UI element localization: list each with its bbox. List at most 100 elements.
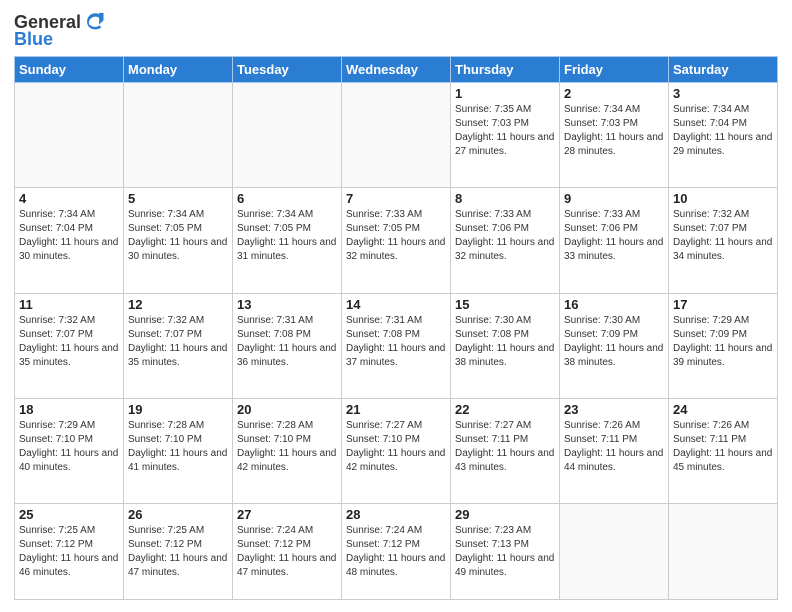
day-info: Sunrise: 7:31 AMSunset: 7:08 PMDaylight:… bbox=[237, 314, 337, 370]
calendar-cell bbox=[124, 83, 233, 188]
day-info: Sunrise: 7:28 AMSunset: 7:10 PMDaylight:… bbox=[128, 419, 228, 475]
day-number: 2 bbox=[564, 86, 664, 101]
calendar-header-friday: Friday bbox=[560, 57, 669, 83]
calendar-cell: 10 Sunrise: 7:32 AMSunset: 7:07 PMDayligh… bbox=[669, 188, 778, 293]
calendar-cell: 15 Sunrise: 7:30 AMSunset: 7:08 PMDayligh… bbox=[451, 293, 560, 398]
day-info: Sunrise: 7:35 AMSunset: 7:03 PMDaylight:… bbox=[455, 103, 555, 159]
calendar-cell: 27 Sunrise: 7:24 AMSunset: 7:12 PMDayligh… bbox=[233, 504, 342, 600]
day-number: 26 bbox=[128, 507, 228, 522]
day-number: 25 bbox=[19, 507, 119, 522]
day-number: 17 bbox=[673, 297, 773, 312]
calendar-week-4: 25 Sunrise: 7:25 AMSunset: 7:12 PMDayligh… bbox=[15, 504, 778, 600]
day-number: 20 bbox=[237, 402, 337, 417]
calendar-header-wednesday: Wednesday bbox=[342, 57, 451, 83]
day-number: 14 bbox=[346, 297, 446, 312]
calendar-header-monday: Monday bbox=[124, 57, 233, 83]
calendar-cell: 11 Sunrise: 7:32 AMSunset: 7:07 PMDayligh… bbox=[15, 293, 124, 398]
day-number: 29 bbox=[455, 507, 555, 522]
calendar-header-sunday: Sunday bbox=[15, 57, 124, 83]
calendar-cell: 2 Sunrise: 7:34 AMSunset: 7:03 PMDaylight… bbox=[560, 83, 669, 188]
day-number: 9 bbox=[564, 191, 664, 206]
day-number: 12 bbox=[128, 297, 228, 312]
day-info: Sunrise: 7:24 AMSunset: 7:12 PMDaylight:… bbox=[346, 524, 446, 580]
day-number: 3 bbox=[673, 86, 773, 101]
calendar-header-row: SundayMondayTuesdayWednesdayThursdayFrid… bbox=[15, 57, 778, 83]
calendar-cell: 4 Sunrise: 7:34 AMSunset: 7:04 PMDaylight… bbox=[15, 188, 124, 293]
day-number: 11 bbox=[19, 297, 119, 312]
calendar-cell bbox=[233, 83, 342, 188]
day-info: Sunrise: 7:34 AMSunset: 7:04 PMDaylight:… bbox=[19, 208, 119, 264]
day-info: Sunrise: 7:24 AMSunset: 7:12 PMDaylight:… bbox=[237, 524, 337, 580]
day-info: Sunrise: 7:25 AMSunset: 7:12 PMDaylight:… bbox=[19, 524, 119, 580]
day-number: 23 bbox=[564, 402, 664, 417]
logo: General Blue bbox=[14, 12, 105, 50]
day-number: 15 bbox=[455, 297, 555, 312]
day-number: 21 bbox=[346, 402, 446, 417]
calendar-cell: 3 Sunrise: 7:34 AMSunset: 7:04 PMDaylight… bbox=[669, 83, 778, 188]
day-info: Sunrise: 7:25 AMSunset: 7:12 PMDaylight:… bbox=[128, 524, 228, 580]
day-number: 28 bbox=[346, 507, 446, 522]
day-number: 18 bbox=[19, 402, 119, 417]
calendar-cell bbox=[15, 83, 124, 188]
calendar-week-1: 4 Sunrise: 7:34 AMSunset: 7:04 PMDaylight… bbox=[15, 188, 778, 293]
day-info: Sunrise: 7:29 AMSunset: 7:09 PMDaylight:… bbox=[673, 314, 773, 370]
calendar-cell bbox=[560, 504, 669, 600]
day-number: 10 bbox=[673, 191, 773, 206]
calendar-cell: 21Sunrise: 7:27 AMSunset: 7:10 PMDayligh… bbox=[342, 398, 451, 503]
day-number: 19 bbox=[128, 402, 228, 417]
calendar-cell: 6 Sunrise: 7:34 AMSunset: 7:05 PMDaylight… bbox=[233, 188, 342, 293]
day-info: Sunrise: 7:34 AMSunset: 7:03 PMDaylight:… bbox=[564, 103, 664, 159]
calendar-cell: 25 Sunrise: 7:25 AMSunset: 7:12 PMDayligh… bbox=[15, 504, 124, 600]
calendar-cell: 12 Sunrise: 7:32 AMSunset: 7:07 PMDayligh… bbox=[124, 293, 233, 398]
calendar-cell: 9 Sunrise: 7:33 AMSunset: 7:06 PMDaylight… bbox=[560, 188, 669, 293]
day-info: Sunrise: 7:32 AMSunset: 7:07 PMDaylight:… bbox=[673, 208, 773, 264]
calendar-cell: 29Sunrise: 7:23 AMSunset: 7:13 PMDayligh… bbox=[451, 504, 560, 600]
day-number: 6 bbox=[237, 191, 337, 206]
calendar-header-thursday: Thursday bbox=[451, 57, 560, 83]
day-info: Sunrise: 7:33 AMSunset: 7:05 PMDaylight:… bbox=[346, 208, 446, 264]
calendar-cell: 23 Sunrise: 7:26 AMSunset: 7:11 PMDayligh… bbox=[560, 398, 669, 503]
day-number: 5 bbox=[128, 191, 228, 206]
calendar-cell bbox=[669, 504, 778, 600]
day-info: Sunrise: 7:32 AMSunset: 7:07 PMDaylight:… bbox=[128, 314, 228, 370]
day-info: Sunrise: 7:30 AMSunset: 7:08 PMDaylight:… bbox=[455, 314, 555, 370]
page: General Blue SundayMondayTuesdayWednesda… bbox=[0, 0, 792, 612]
calendar-cell: 19 Sunrise: 7:28 AMSunset: 7:10 PMDayligh… bbox=[124, 398, 233, 503]
day-info: Sunrise: 7:33 AMSunset: 7:06 PMDaylight:… bbox=[455, 208, 555, 264]
calendar-cell: 20Sunrise: 7:28 AMSunset: 7:10 PMDayligh… bbox=[233, 398, 342, 503]
calendar-cell: 24 Sunrise: 7:26 AMSunset: 7:11 PMDayligh… bbox=[669, 398, 778, 503]
day-info: Sunrise: 7:29 AMSunset: 7:10 PMDaylight:… bbox=[19, 419, 119, 475]
calendar-cell: 28 Sunrise: 7:24 AMSunset: 7:12 PMDayligh… bbox=[342, 504, 451, 600]
day-info: Sunrise: 7:26 AMSunset: 7:11 PMDaylight:… bbox=[564, 419, 664, 475]
day-number: 16 bbox=[564, 297, 664, 312]
calendar-cell: 16Sunrise: 7:30 AMSunset: 7:09 PMDayligh… bbox=[560, 293, 669, 398]
day-info: Sunrise: 7:34 AMSunset: 7:05 PMDaylight:… bbox=[128, 208, 228, 264]
day-info: Sunrise: 7:34 AMSunset: 7:04 PMDaylight:… bbox=[673, 103, 773, 159]
calendar-cell: 17 Sunrise: 7:29 AMSunset: 7:09 PMDayligh… bbox=[669, 293, 778, 398]
day-number: 24 bbox=[673, 402, 773, 417]
calendar-table: SundayMondayTuesdayWednesdayThursdayFrid… bbox=[14, 56, 778, 600]
day-info: Sunrise: 7:34 AMSunset: 7:05 PMDaylight:… bbox=[237, 208, 337, 264]
calendar-cell: 14 Sunrise: 7:31 AMSunset: 7:08 PMDayligh… bbox=[342, 293, 451, 398]
header: General Blue bbox=[14, 12, 778, 50]
calendar-week-3: 18 Sunrise: 7:29 AMSunset: 7:10 PMDayligh… bbox=[15, 398, 778, 503]
day-info: Sunrise: 7:32 AMSunset: 7:07 PMDaylight:… bbox=[19, 314, 119, 370]
day-number: 27 bbox=[237, 507, 337, 522]
calendar-header-tuesday: Tuesday bbox=[233, 57, 342, 83]
day-number: 22 bbox=[455, 402, 555, 417]
calendar-cell bbox=[342, 83, 451, 188]
calendar-cell: 26 Sunrise: 7:25 AMSunset: 7:12 PMDayligh… bbox=[124, 504, 233, 600]
day-info: Sunrise: 7:31 AMSunset: 7:08 PMDaylight:… bbox=[346, 314, 446, 370]
calendar-cell: 7Sunrise: 7:33 AMSunset: 7:05 PMDaylight… bbox=[342, 188, 451, 293]
day-info: Sunrise: 7:33 AMSunset: 7:06 PMDaylight:… bbox=[564, 208, 664, 264]
logo-bird-icon bbox=[83, 10, 105, 32]
day-info: Sunrise: 7:26 AMSunset: 7:11 PMDaylight:… bbox=[673, 419, 773, 475]
day-number: 1 bbox=[455, 86, 555, 101]
day-number: 13 bbox=[237, 297, 337, 312]
logo-blue-text: Blue bbox=[14, 29, 53, 50]
day-info: Sunrise: 7:27 AMSunset: 7:11 PMDaylight:… bbox=[455, 419, 555, 475]
calendar-cell: 13 Sunrise: 7:31 AMSunset: 7:08 PMDayligh… bbox=[233, 293, 342, 398]
day-number: 4 bbox=[19, 191, 119, 206]
calendar-week-2: 11 Sunrise: 7:32 AMSunset: 7:07 PMDayligh… bbox=[15, 293, 778, 398]
calendar-cell: 18 Sunrise: 7:29 AMSunset: 7:10 PMDayligh… bbox=[15, 398, 124, 503]
